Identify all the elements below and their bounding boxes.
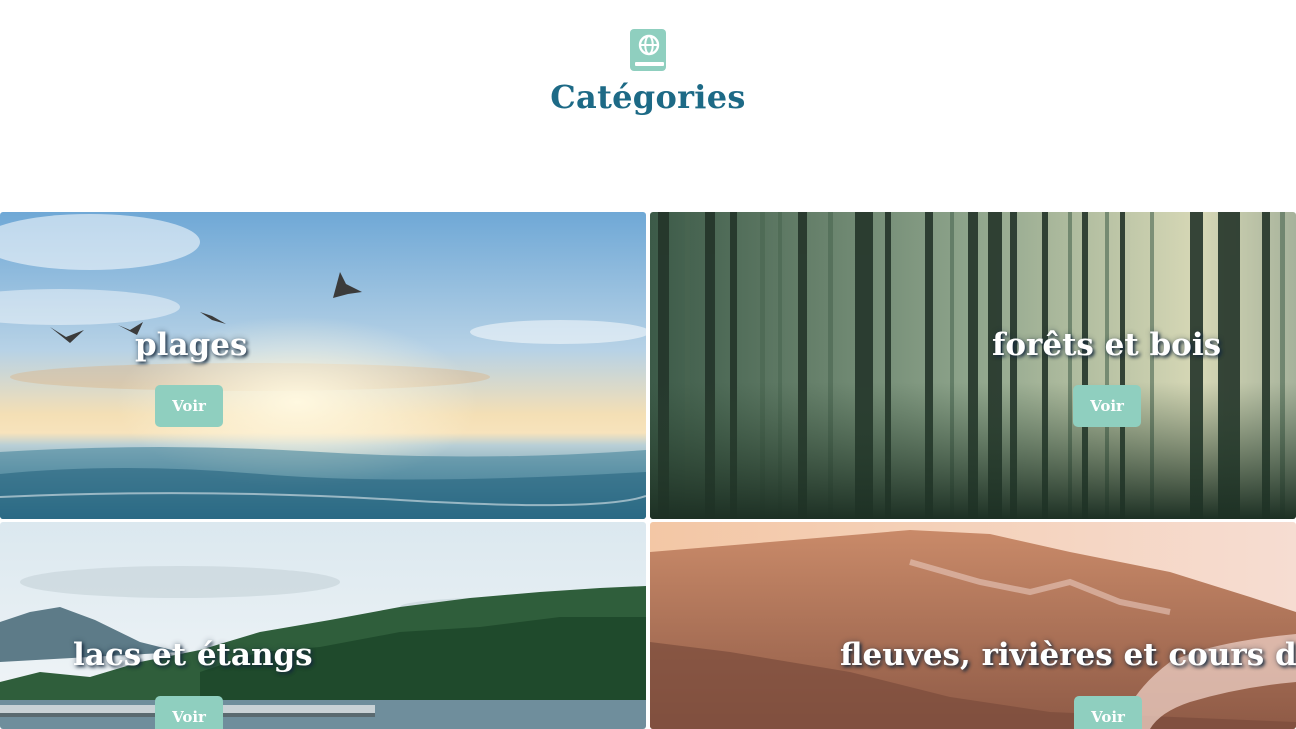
categories-grid: plages Voir forêts et bois Voir lacs et … <box>0 212 1296 729</box>
voir-button-plages[interactable]: Voir <box>155 385 223 427</box>
voir-button-lacs-et-etangs[interactable]: Voir <box>155 696 223 729</box>
category-title: plages <box>135 327 248 363</box>
voir-button-forets-et-bois[interactable]: Voir <box>1073 385 1141 427</box>
category-card-forets-et-bois: forêts et bois Voir <box>650 212 1296 519</box>
category-title: forêts et bois <box>992 327 1222 363</box>
forest-image <box>650 212 1296 519</box>
river-image <box>650 522 1296 729</box>
category-card-plages: plages Voir <box>0 212 646 519</box>
category-card-fleuves-rivieres: fleuves, rivières et cours d'eau Voir <box>650 522 1296 729</box>
category-title: lacs et étangs <box>73 637 313 673</box>
voir-button-fleuves-rivieres[interactable]: Voir <box>1074 696 1142 729</box>
travel-guide-book-globe-icon <box>630 29 666 71</box>
category-card-lacs-et-etangs: lacs et étangs Voir <box>0 522 646 729</box>
category-title: fleuves, rivières et cours d'eau <box>840 637 1296 673</box>
beach-image <box>0 212 646 519</box>
page-title: Catégories <box>550 78 746 116</box>
page-header: Catégories <box>0 0 1296 200</box>
lake-image <box>0 522 646 729</box>
